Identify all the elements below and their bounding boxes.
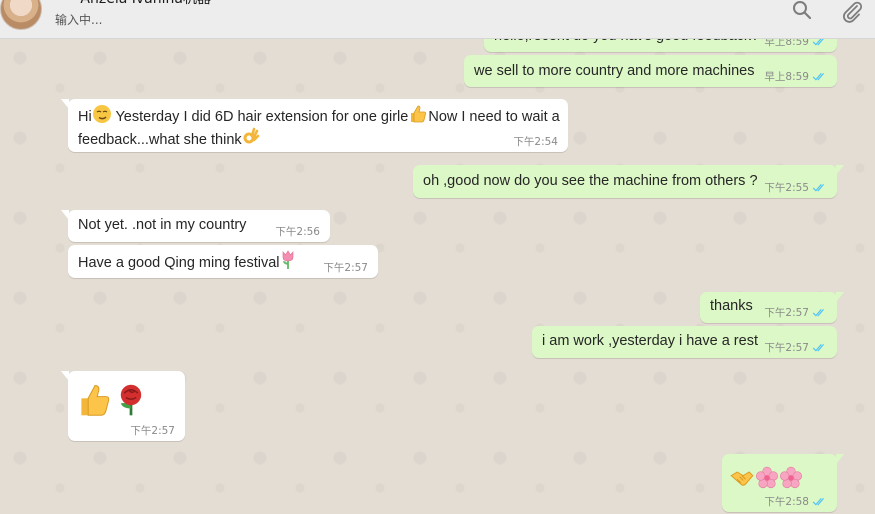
message-text: Not yet. .not in my country <box>78 217 247 233</box>
smirking-face-icon <box>92 105 111 123</box>
message-time: 下午2:58 <box>764 496 809 508</box>
message-bubble-outgoing[interactable]: oh ,good now do you see the machine from… <box>413 165 844 198</box>
message-bubble-incoming[interactable]: 下午2:57 <box>61 371 185 441</box>
tulip-icon <box>282 250 293 269</box>
message-time: 下午2:56 <box>275 226 320 238</box>
message-meta: 下午2:54 <box>513 134 558 149</box>
message-meta: 下午2:55 <box>764 180 827 195</box>
double-check-icon <box>812 308 824 317</box>
thumbs-up-icon <box>81 385 110 416</box>
double-check-icon <box>812 343 824 352</box>
message-meta: 下午2:57 <box>130 423 175 438</box>
message-text: we sell to more country and more machine… <box>474 63 755 79</box>
message-meta: 下午2:58 <box>764 494 827 509</box>
double-check-icon <box>812 183 824 192</box>
chat-header: • • Anzela Ivanina机器 输入中... <box>0 0 875 39</box>
message-time: 下午2:55 <box>764 182 809 194</box>
message-bubble-outgoing[interactable]: i am work ,yesterday i have a rest 下午2:5… <box>532 326 837 358</box>
message-bubble-incoming[interactable]: Have a good Qing ming festival 下午2:57 <box>68 245 378 278</box>
message-text: thanks <box>710 298 753 314</box>
search-icon[interactable] <box>790 0 814 24</box>
thumbs-up-icon <box>411 105 427 123</box>
ok-hand-icon <box>243 127 259 144</box>
message-bubble-incoming[interactable]: Hi Yesterday I did 6D hair extension for… <box>61 99 568 152</box>
message-time: 早上8:59 <box>764 71 809 83</box>
message-time: 下午2:57 <box>323 262 368 274</box>
double-check-icon <box>812 72 824 81</box>
message-meta: 下午2:56 <box>275 224 320 239</box>
message-bubble-outgoing[interactable]: 下午2:58 <box>722 454 844 512</box>
cherry-blossom-icon <box>756 466 778 489</box>
double-check-icon <box>812 497 824 506</box>
message-meta: 下午2:57 <box>764 305 827 320</box>
typing-status: 输入中... <box>55 13 103 27</box>
rose-icon <box>120 384 142 416</box>
paperclip-icon[interactable] <box>840 0 864 24</box>
message-bubble-incoming[interactable]: Not yet. .not in my country 下午2:56 <box>61 210 330 242</box>
message-text: Hi Yesterday I did 6D hair extension for… <box>78 104 560 150</box>
message-meta: 下午2:57 <box>323 260 368 275</box>
contact-name[interactable]: • • Anzela Ivanina机器 <box>55 0 211 8</box>
message-text: oh ,good now do you see the machine from… <box>423 173 758 189</box>
message-meta: 早上8:59 <box>764 69 827 84</box>
message-time: 下午2:54 <box>513 136 558 148</box>
contact-avatar[interactable] <box>0 0 42 30</box>
handshake-icon <box>730 471 754 486</box>
message-bubble-outgoing[interactable]: we sell to more country and more machine… <box>464 55 837 87</box>
message-bubble-outgoing[interactable]: thanks 下午2:57 <box>700 292 844 323</box>
message-text: i am work ,yesterday i have a rest <box>542 333 758 349</box>
message-time: 下午2:57 <box>130 425 175 437</box>
message-time: 下午2:57 <box>764 307 809 319</box>
message-meta: 下午2:57 <box>764 340 827 355</box>
cherry-blossom-icon <box>780 466 802 489</box>
message-time: 下午2:57 <box>764 342 809 354</box>
message-text: Have a good Qing ming festival <box>78 250 296 273</box>
